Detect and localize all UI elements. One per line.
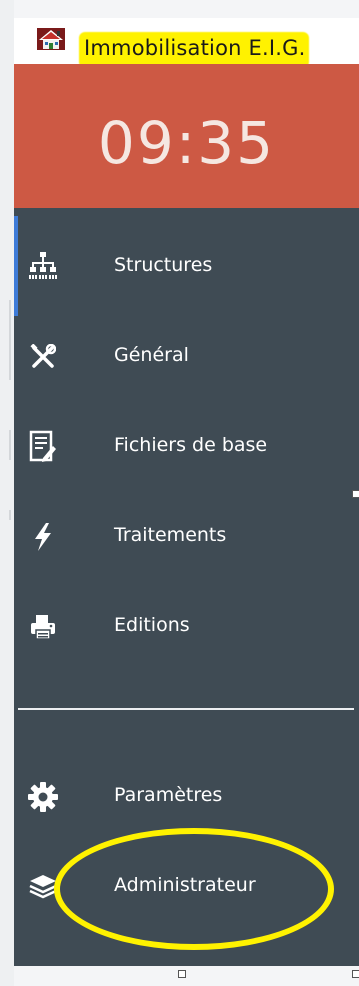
lightning-icon [26, 520, 60, 554]
nav-label-parametres: Paramètres [114, 784, 223, 806]
gear-icon [26, 780, 60, 814]
nav-label-traitements: Traitements [114, 524, 227, 546]
tools-icon [26, 340, 60, 374]
document-edit-icon [26, 430, 60, 464]
resize-handle[interactable] [352, 970, 359, 978]
nav-item-structures[interactable]: Structures [14, 230, 359, 300]
nav-label-fichiers-de-base: Fichiers de base [114, 434, 268, 456]
app-title: Immobilisation E.I.G. [84, 36, 306, 60]
nav-item-parametres[interactable]: Paramètres [14, 760, 359, 830]
nav-separator [18, 708, 354, 710]
clock-panel: 09:35 [14, 64, 359, 208]
nav-item-traitements[interactable]: Traitements [14, 500, 359, 570]
resize-handle[interactable] [178, 970, 186, 978]
nav-item-administrateur[interactable]: Administrateur [14, 850, 359, 920]
nav-label-general: Général [114, 344, 189, 366]
side-navigation: Structures Général Fichiers de base Trai… [14, 208, 359, 966]
house-app-icon [36, 26, 66, 52]
layers-icon [26, 870, 60, 904]
printer-icon [26, 610, 60, 644]
org-chart-icon [26, 250, 60, 284]
app-window: Immobilisation E.I.G. 09:35 Structures G… [0, 0, 359, 986]
nav-item-fichiers-de-base[interactable]: Fichiers de base [14, 410, 359, 480]
clock-time: 09:35 [97, 109, 276, 177]
edge-mark [9, 510, 11, 520]
nav-item-general[interactable]: Général [14, 320, 359, 390]
nav-label-structures: Structures [114, 254, 213, 276]
resize-handle[interactable] [352, 490, 359, 498]
nav-label-administrateur: Administrateur [114, 874, 256, 896]
window-left-edge [0, 0, 14, 986]
nav-label-editions: Editions [114, 614, 190, 636]
nav-item-editions[interactable]: Editions [14, 590, 359, 660]
edge-mark [9, 300, 11, 380]
title-bar: Immobilisation E.I.G. [14, 18, 359, 68]
edge-mark [9, 430, 11, 460]
